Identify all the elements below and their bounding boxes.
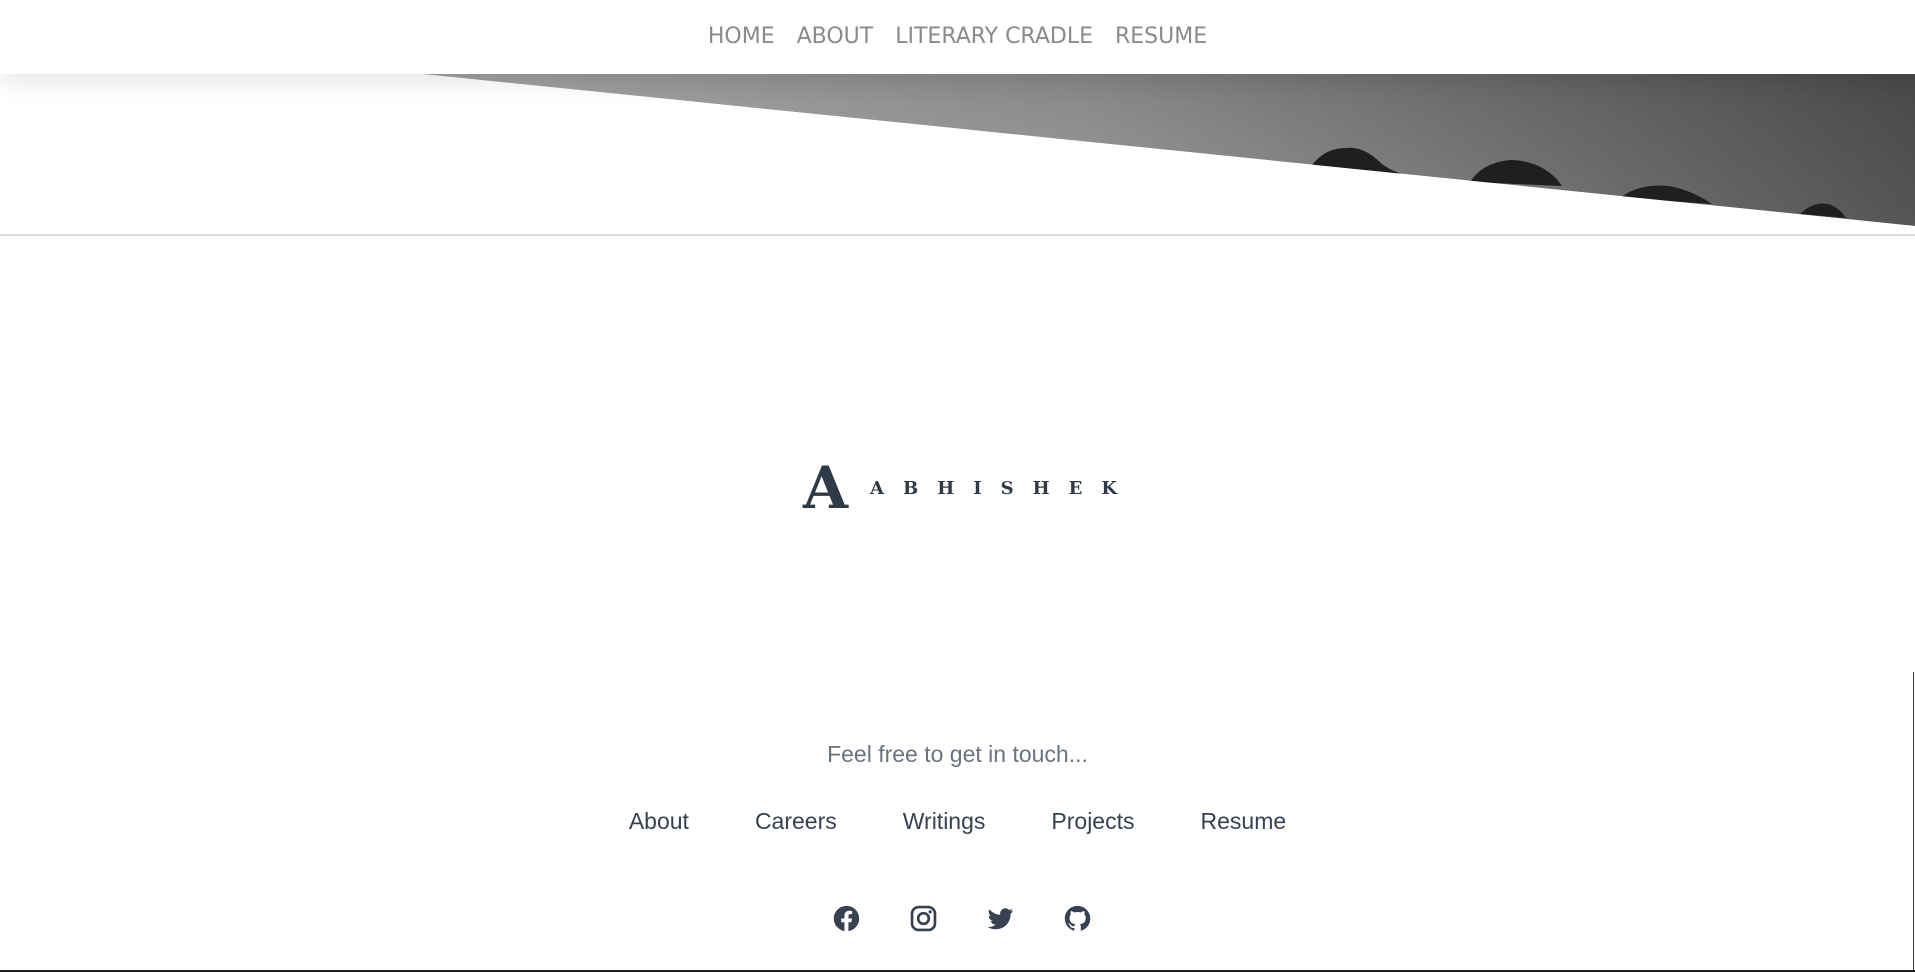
page: HOME ABOUT LITERARY CRADLE RESUME A ABHI…: [0, 0, 1915, 972]
footer-link-writings[interactable]: Writings: [903, 808, 986, 834]
nav-item-resume: RESUME: [1115, 24, 1207, 49]
footer-tagline: Feel free to get in touch...: [827, 741, 1088, 767]
logo-wordmark: ABHISHEK: [870, 477, 1136, 499]
nav-link-home[interactable]: HOME: [708, 24, 775, 49]
facebook-icon[interactable]: [832, 904, 861, 933]
section-divider: [0, 234, 1915, 236]
footer-link-item-about: About: [629, 808, 689, 835]
footer-link-resume[interactable]: Resume: [1201, 808, 1287, 834]
footer-link-item-projects: Projects: [1051, 808, 1134, 835]
top-navigation: HOME ABOUT LITERARY CRADLE RESUME: [0, 0, 1915, 74]
twitter-icon[interactable]: [986, 904, 1015, 933]
footer-link-about[interactable]: About: [629, 808, 689, 834]
logo[interactable]: A ABHISHEK: [803, 458, 1123, 518]
nav-link-literary-cradle[interactable]: LITERARY CRADLE: [895, 24, 1093, 49]
logo-letter: A: [803, 454, 849, 522]
github-icon[interactable]: [1063, 904, 1092, 933]
instagram-icon[interactable]: [909, 904, 938, 933]
footer-link-item-resume: Resume: [1201, 808, 1287, 835]
footer-link-item-careers: Careers: [755, 808, 837, 835]
footer-link-item-writings: Writings: [903, 808, 986, 835]
nav-link-about[interactable]: ABOUT: [797, 24, 874, 49]
nav-link-resume[interactable]: RESUME: [1115, 24, 1207, 49]
footer-link-projects[interactable]: Projects: [1051, 808, 1134, 834]
footer-links: About Careers Writings Projects Resume: [0, 808, 1915, 835]
hero-image-graphic: [0, 74, 1915, 234]
nav-list: HOME ABOUT LITERARY CRADLE RESUME: [0, 24, 1915, 49]
hero-banner-image: [0, 74, 1915, 234]
footer-link-careers[interactable]: Careers: [755, 808, 837, 834]
nav-item-literary-cradle: LITERARY CRADLE: [895, 24, 1093, 49]
scrollbar-edge: [1913, 672, 1914, 972]
nav-item-about: ABOUT: [797, 24, 874, 49]
nav-item-home: HOME: [708, 24, 775, 49]
social-links: [8, 904, 1915, 933]
